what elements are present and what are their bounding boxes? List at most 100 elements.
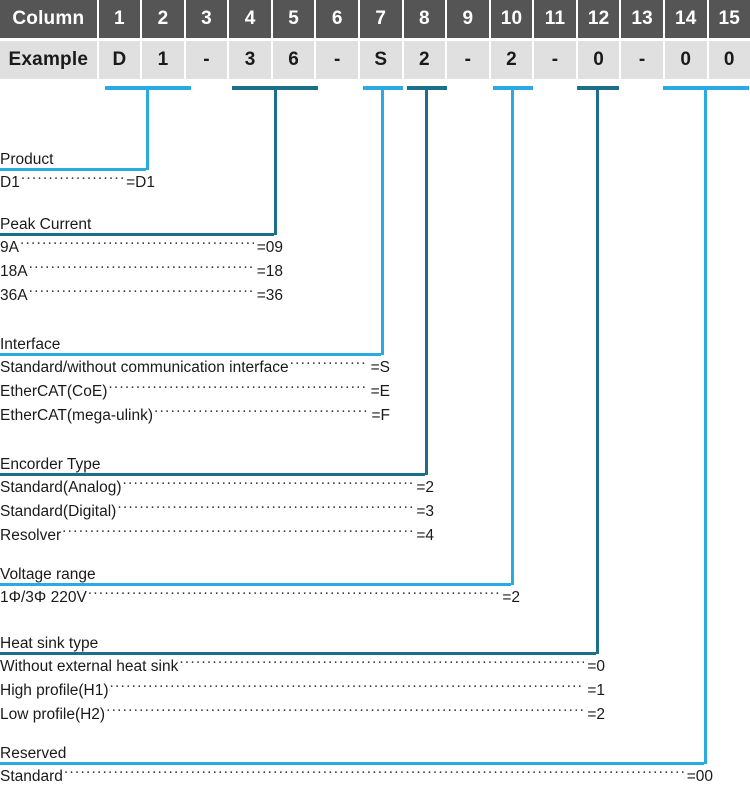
option-row: Standard(Digital) =3 xyxy=(0,500,434,524)
column-number-cell: 8 xyxy=(403,0,446,38)
column-number-cell: 6 xyxy=(316,0,358,38)
option-leader-dots xyxy=(110,680,585,696)
column-number-cell: 5 xyxy=(272,0,315,38)
option-row: 18A =18 xyxy=(0,260,283,284)
option-row: Low profile(H2) =2 xyxy=(0,703,605,727)
table-row-column: Column 1 2 3 4 5 6 7 8 9 10 11 12 13 14 15 xyxy=(0,0,750,38)
section-title-interface: Interface xyxy=(0,335,750,356)
example-value-cell: - xyxy=(185,41,228,79)
option-code: =F xyxy=(371,407,390,424)
option-row: Resolver =4 xyxy=(0,524,434,548)
option-name: Standard xyxy=(0,768,63,785)
option-code: =36 xyxy=(256,287,283,304)
option-code: =2 xyxy=(587,706,605,723)
table-row-example: Example D1-36-S2-2-0-00 xyxy=(0,41,750,79)
option-name: 1Φ/3Φ 220V xyxy=(0,589,87,606)
option-name: Resolver xyxy=(0,527,62,544)
example-value-cell: - xyxy=(447,41,489,79)
option-code: =2 xyxy=(416,479,434,496)
option-leader-dots xyxy=(29,285,254,301)
option-leader-dots xyxy=(20,237,254,253)
section-peak-current: Peak Current 9A =09 18A =18 36A =36 xyxy=(0,215,750,308)
option-leader-dots xyxy=(123,477,414,493)
option-name: Standard/without communication interface xyxy=(0,359,289,376)
option-row: Standard =00 xyxy=(0,765,713,789)
section-title-heat-sink-type: Heat sink type xyxy=(0,634,750,655)
column-number-cell: 9 xyxy=(447,0,489,38)
option-leader-dots xyxy=(290,357,368,373)
example-value-cell: - xyxy=(316,41,358,79)
section-title-reserved: Reserved xyxy=(0,744,750,765)
option-name: Standard(Analog) xyxy=(0,479,122,496)
option-name: D1 xyxy=(0,174,20,191)
option-code: =D1 xyxy=(126,174,155,191)
option-leader-dots xyxy=(154,405,368,421)
bracket-cap-reserved xyxy=(663,86,749,90)
option-code: =E xyxy=(370,383,390,400)
section-product: Product D1 =D1 xyxy=(0,150,750,195)
option-name: 18A xyxy=(0,263,28,280)
row-label-column: Column xyxy=(0,0,97,38)
option-leader-dots xyxy=(106,704,584,720)
example-value-cell: - xyxy=(621,41,663,79)
option-code: =2 xyxy=(502,589,520,606)
option-row: 9A =09 xyxy=(0,236,283,260)
option-name: 36A xyxy=(0,287,28,304)
option-row: D1 =D1 xyxy=(0,171,155,195)
bracket-cap-product xyxy=(105,86,191,90)
option-leader-dots xyxy=(179,656,584,672)
option-code: =0 xyxy=(587,658,605,675)
option-row: 36A =36 xyxy=(0,284,283,308)
column-number-cell: 15 xyxy=(708,0,750,38)
option-code: =4 xyxy=(416,527,434,544)
example-value-cell: 2 xyxy=(490,41,533,79)
option-leader-dots xyxy=(21,172,123,188)
option-row: 1Φ/3Φ 220V =2 xyxy=(0,586,520,610)
column-number-cell: 14 xyxy=(664,0,707,38)
section-title-product: Product xyxy=(0,150,750,171)
option-code: =1 xyxy=(587,682,605,699)
column-number-cell: 12 xyxy=(577,0,620,38)
example-value-cell: 0 xyxy=(577,41,620,79)
bracket-cap-voltage-range xyxy=(493,86,533,90)
example-value-cell: S xyxy=(360,41,402,79)
option-name: EtherCAT(mega-ulink) xyxy=(0,407,154,424)
option-leader-dots xyxy=(64,766,684,782)
option-row: High profile(H1) =1 xyxy=(0,679,605,703)
column-number-cell: 7 xyxy=(360,0,402,38)
section-heat-sink-type: Heat sink type Without external heat sink… xyxy=(0,634,750,727)
bracket-cap-encorder-type xyxy=(407,86,447,90)
option-name: 9A xyxy=(0,239,19,256)
column-number-cell: 4 xyxy=(229,0,271,38)
section-title-encorder-type: Encorder Type xyxy=(0,455,750,476)
example-value-cell: 3 xyxy=(229,41,271,79)
row-label-example: Example xyxy=(0,41,97,79)
option-code: =S xyxy=(370,359,390,376)
section-reserved: Reserved Standard =00 xyxy=(0,744,750,789)
section-title-peak-current: Peak Current xyxy=(0,215,750,236)
option-name: Low profile(H2) xyxy=(0,706,106,723)
column-number-cell: 3 xyxy=(185,0,228,38)
bracket-cap-peak-current xyxy=(232,86,318,90)
example-value-cell: 2 xyxy=(403,41,446,79)
example-value-cell: 6 xyxy=(272,41,315,79)
option-row: EtherCAT(mega-ulink) =F xyxy=(0,404,390,428)
example-value-cell: - xyxy=(534,41,576,79)
option-name: Without external heat sink xyxy=(0,658,179,675)
option-row: Without external heat sink =0 xyxy=(0,655,605,679)
option-leader-dots xyxy=(108,381,367,397)
option-code: =00 xyxy=(686,768,713,785)
option-name: Standard(Digital) xyxy=(0,503,117,520)
option-leader-dots xyxy=(29,261,254,277)
example-value-cell: 0 xyxy=(708,41,750,79)
option-leader-dots xyxy=(62,525,413,541)
option-row: EtherCAT(CoE) =E xyxy=(0,380,390,404)
section-voltage-range: Voltage range 1Φ/3Φ 220V =2 xyxy=(0,565,750,610)
model-code-table: Column 1 2 3 4 5 6 7 8 9 10 11 12 13 14 15 Example D1-… xyxy=(0,0,750,80)
option-code: =3 xyxy=(416,503,434,520)
section-title-voltage-range: Voltage range xyxy=(0,565,750,586)
option-name: High profile(H1) xyxy=(0,682,109,699)
option-name: EtherCAT(CoE) xyxy=(0,383,108,400)
option-row: Standard(Analog) =2 xyxy=(0,476,434,500)
column-number-cell: 1 xyxy=(98,0,141,38)
